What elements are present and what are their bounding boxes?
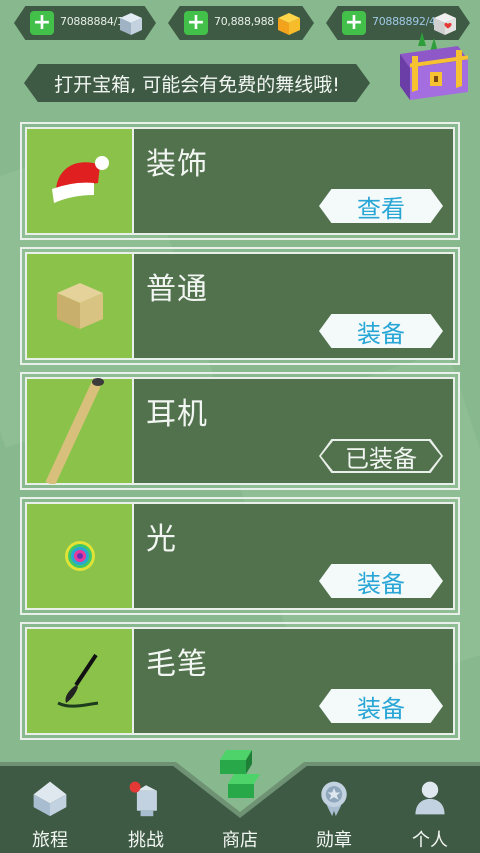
nav-label: 挑战	[128, 830, 164, 851]
equip-button[interactable]: 装备	[319, 689, 443, 723]
nav-label: 个人	[412, 830, 448, 851]
gold-cube-icon	[278, 13, 300, 35]
gold-count: 70,888,988	[214, 15, 274, 28]
medal-icon	[321, 781, 347, 817]
list-item: 光 装备	[20, 497, 460, 615]
banner-text: 打开宝箱, 可能会有免费的舞线哦!	[54, 73, 340, 96]
diamond-currency: + 7088888​4/15	[14, 6, 156, 40]
nav-shop[interactable]: 商店	[192, 772, 288, 852]
equipped-button[interactable]: 已装备	[319, 439, 443, 473]
nav-label: 商店	[222, 830, 258, 851]
add-heart-button[interactable]: +	[342, 11, 366, 35]
item-name: 耳机	[146, 397, 208, 432]
nav-challenge[interactable]: 挑战	[98, 772, 194, 852]
nav-label: 旅程	[32, 830, 68, 851]
santa-hat-icon	[51, 156, 109, 203]
list-item: 普通 装备	[20, 247, 460, 365]
add-diamond-button[interactable]: +	[30, 11, 54, 35]
profile-icon	[415, 781, 445, 815]
diamond-cube-icon	[120, 13, 142, 35]
equip-button[interactable]: 装备	[319, 314, 443, 348]
journey-house-icon	[33, 781, 67, 817]
nav-medal[interactable]: 勋章	[286, 772, 382, 852]
treasure-chest-icon[interactable]	[392, 30, 472, 104]
list-item: 毛笔 装备	[20, 622, 460, 740]
chest-hint-banner: 打开宝箱, 可能会有免费的舞线哦!	[24, 64, 370, 102]
gold-currency: + 70,888,988	[168, 6, 314, 40]
item-name: 普通	[146, 272, 208, 307]
item-thumbnail	[27, 129, 134, 233]
challenge-icon	[129, 781, 157, 817]
list-item: 耳机 已装备	[20, 372, 460, 490]
nav-profile[interactable]: 个人	[382, 772, 478, 852]
equip-button[interactable]: 装备	[319, 564, 443, 598]
add-gold-button[interactable]: +	[184, 11, 208, 35]
view-button[interactable]: 查看	[319, 189, 443, 223]
nav-journey[interactable]: 旅程	[2, 772, 98, 852]
item-name: 装饰	[146, 147, 208, 182]
item-list: 装饰 查看 普通 装备 耳机 已装备 光 装备 毛笔 装备	[20, 122, 460, 747]
item-name: 光	[146, 522, 177, 557]
list-item: 装饰 查看	[20, 122, 460, 240]
item-name: 毛笔	[146, 647, 208, 682]
cube-icon	[56, 283, 103, 329]
item-thumbnail	[27, 504, 134, 608]
earphone-cable-icon	[44, 378, 104, 484]
item-thumbnail	[27, 378, 134, 484]
shop-icon-slot	[218, 778, 262, 818]
brush-icon	[56, 653, 98, 708]
nav-label: 勋章	[316, 830, 352, 851]
item-thumbnail	[27, 254, 134, 358]
light-orb-icon	[64, 541, 95, 571]
item-thumbnail	[27, 629, 134, 733]
